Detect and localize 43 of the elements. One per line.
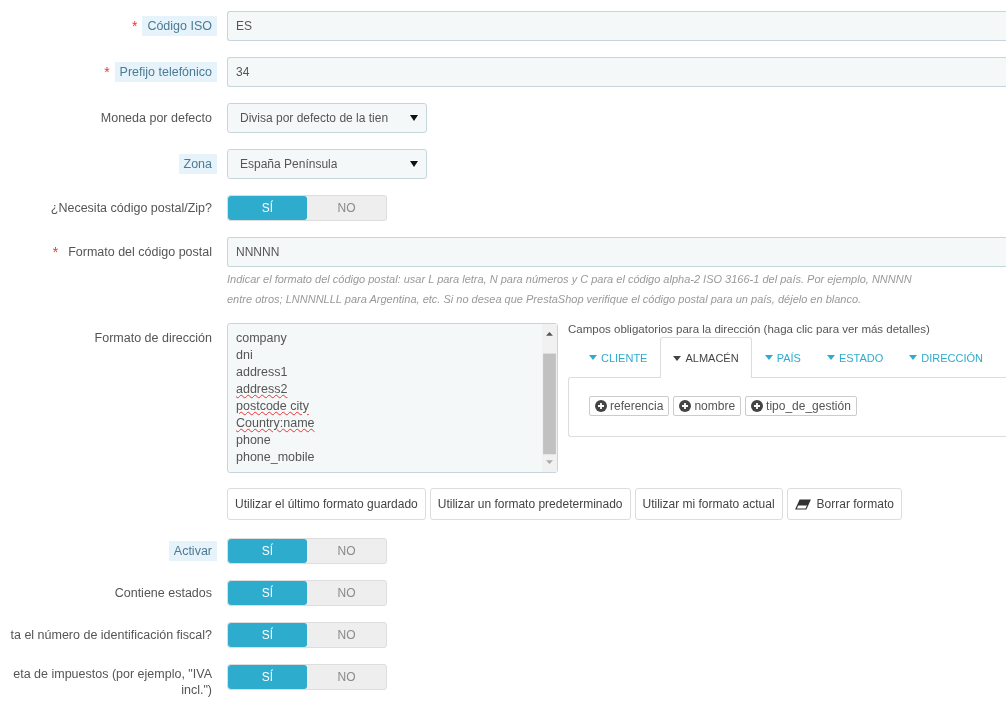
field-label: ta el número de identificación fiscal? [9,627,213,644]
field-label: Contiene estados [113,585,213,602]
caret-icon [673,355,682,361]
field-chip[interactable]: nombre [673,396,742,416]
format-button[interactable]: Utilizar un formato predeterminado [429,488,631,520]
plus-circle-icon [595,400,607,412]
format-button[interactable]: Utilizar el último formato guardado [227,488,426,520]
hint-label: Zona [178,154,217,174]
hint-label: Código ISO [142,16,217,36]
caret-icon [410,115,418,121]
caret-icon [909,355,918,360]
required-mark: * [52,244,59,260]
field-tab[interactable]: ALMACÉN [660,337,752,378]
required-mark: * [104,64,110,80]
text-field[interactable]: NNNNN [227,237,1006,267]
caret-icon [826,355,835,360]
caret-icon [410,161,418,167]
hint-label: Prefijo telefónico [114,62,217,82]
field-label: ¿Necesita código postal/Zip? [49,200,213,217]
format-button[interactable]: Borrar formato [786,488,902,520]
field-chip[interactable]: referencia [589,396,670,416]
dropdown[interactable]: España Península [227,149,427,179]
field-label: Formato de dirección [93,330,213,347]
eraser-icon [794,498,811,510]
field-chip[interactable]: tipo_de_gestión [745,396,857,416]
required-fields-title: Campos obligatorios para la dirección (haga clic para ver más detalles) [568,323,931,335]
format-button[interactable]: Utilizar mi formato actual [634,488,783,520]
caret-icon [764,355,773,360]
field-label: Formato del código postal [67,244,213,261]
field-label: eta de impuestos (por ejemplo, "IVA incl.") [12,666,213,699]
help-text: Indicar el formato del código postal: usar L para letra, N para números y C para el código alpha-2 ISO 3166-1 del país. Por ejemplo, NNNNN [227,272,913,287]
required-mark: * [131,18,138,34]
address-format-field[interactable]: company dni address1 address2 postcode city Country:name phone phone_mobile [227,323,558,473]
caret-icon [589,355,597,360]
plus-circle-icon [679,400,692,412]
help-text: entre otros; LNNNNLLL para Argentina, etc. Si no desea que PrestaShop verifique el código postal para un país, déjelo en blanco. [227,292,863,307]
hint-label: Activar [168,541,217,561]
text-field[interactable]: ES [227,11,1006,41]
scrollbar[interactable] [542,324,557,472]
dropdown[interactable]: Divisa por defecto de la tien [227,103,427,133]
plus-circle-icon [751,400,764,412]
field-label: Moneda por defecto [99,110,213,127]
text-field[interactable]: 34 [227,57,1006,87]
